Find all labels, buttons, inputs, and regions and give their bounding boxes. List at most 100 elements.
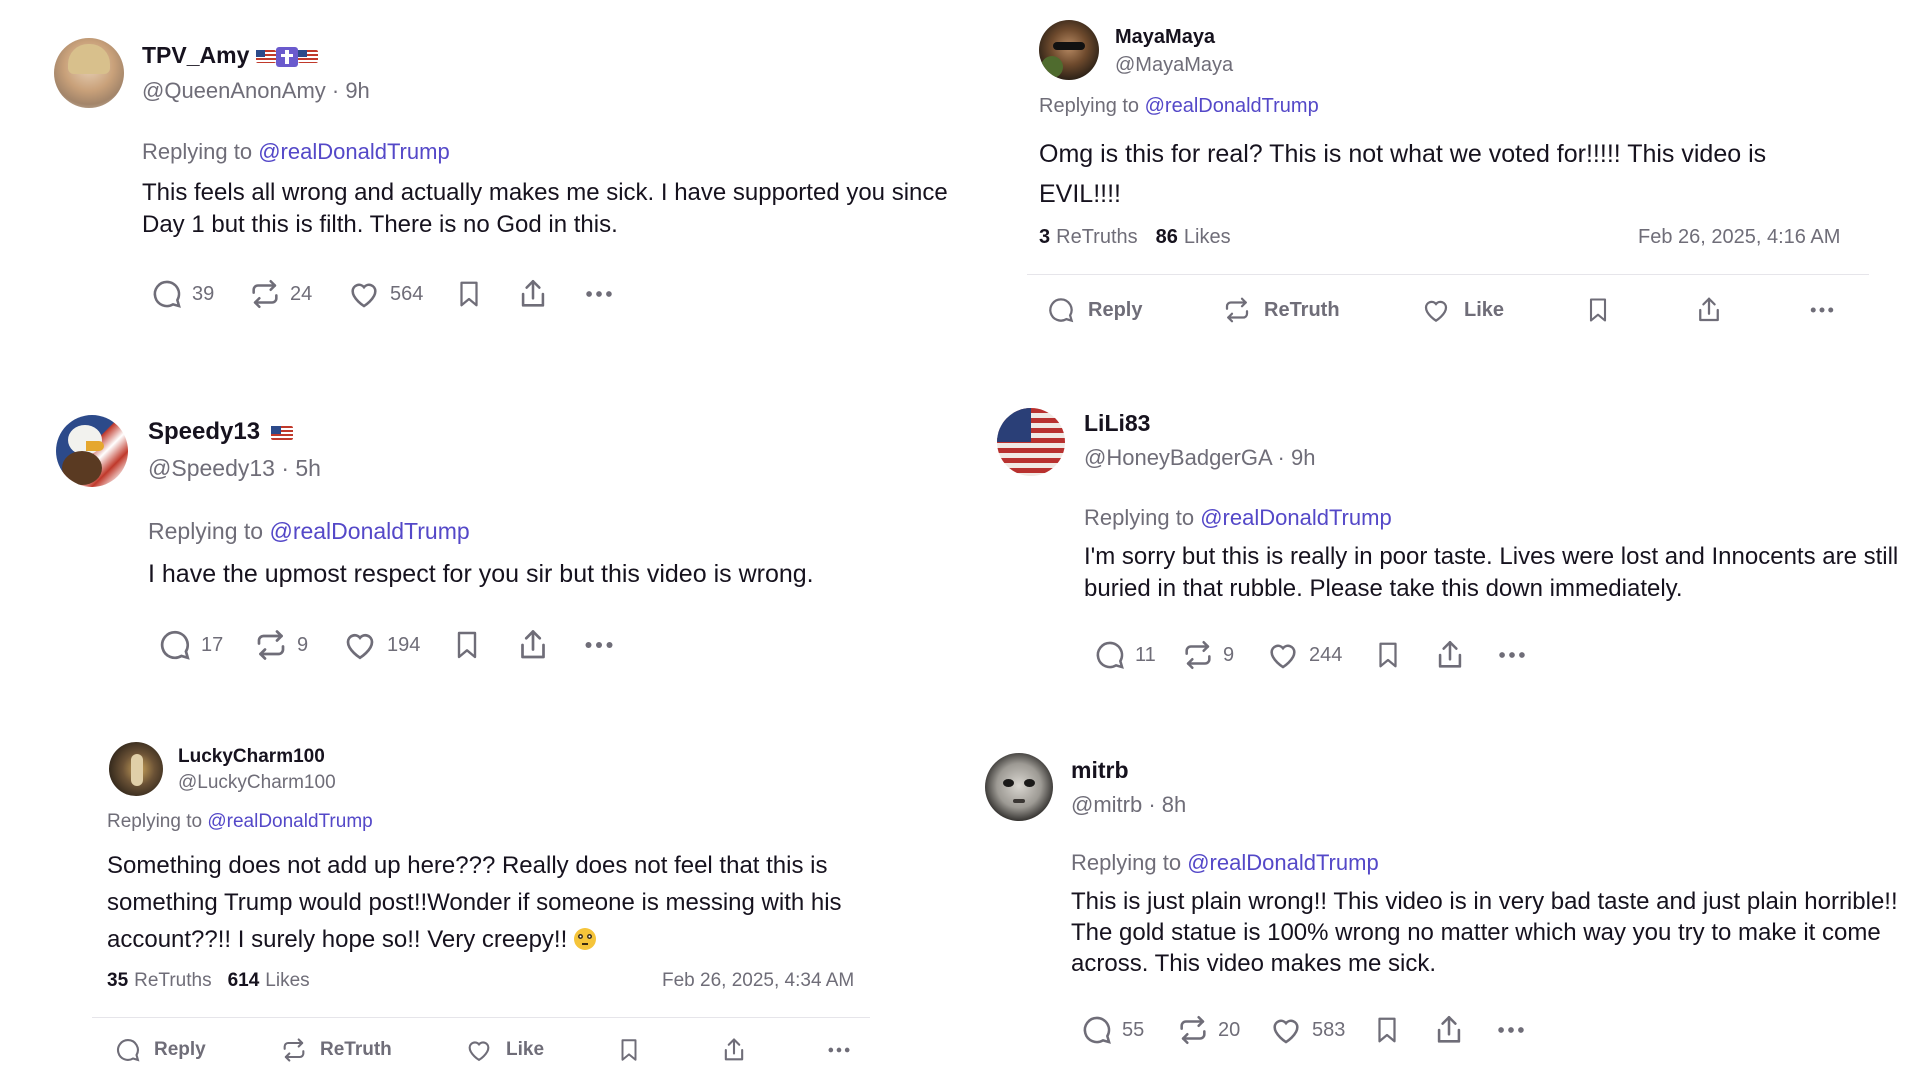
user-handle[interactable]: @LuckyCharm100 [178, 772, 336, 794]
bookmark-icon [1378, 1017, 1396, 1043]
reply-count: 39 [192, 282, 215, 305]
post-text: I'm sorry but this is really in poor tas… [1084, 543, 1899, 602]
like-button[interactable]: Like [1420, 295, 1584, 325]
like-button[interactable]: Like [464, 1036, 616, 1064]
user-handle[interactable]: @MayaMaya [1115, 54, 1233, 77]
reply-icon [116, 1039, 140, 1062]
avatar[interactable] [56, 415, 128, 487]
engagement-stats: 35 ReTruths 614 Likes [107, 970, 310, 992]
more-button[interactable] [581, 627, 617, 663]
retruths-label[interactable]: ReTruths [1056, 226, 1138, 249]
replying-label: Replying to [1039, 95, 1140, 117]
share-button[interactable] [516, 276, 582, 312]
more-button[interactable] [582, 277, 616, 311]
user-handle[interactable]: @Speedy13 · 5h [148, 455, 321, 482]
retruth-button[interactable]: ReTruth [280, 1036, 464, 1064]
more-button[interactable] [1494, 1013, 1528, 1047]
share-icon [521, 279, 545, 307]
heart-icon [1424, 300, 1448, 322]
replying-to: Replying to @realDonaldTrump [1039, 95, 1319, 118]
display-name[interactable]: MayaMaya [1115, 26, 1215, 49]
likes-label[interactable]: Likes [1184, 226, 1231, 249]
more-icon [1498, 1027, 1524, 1033]
retruths-label[interactable]: ReTruths [134, 970, 211, 992]
replying-to: Replying to @realDonaldTrump [1084, 505, 1392, 531]
avatar[interactable] [997, 408, 1065, 476]
reply-button[interactable]: 39 [150, 277, 248, 311]
share-button[interactable] [1432, 1012, 1494, 1048]
display-name[interactable]: Speedy13 [148, 418, 293, 446]
reply-icon [160, 630, 190, 660]
retruth-button[interactable]: 9 [253, 627, 341, 663]
reply-count: 55 [1122, 1018, 1145, 1041]
mention-link[interactable]: @realDonaldTrump [269, 518, 469, 544]
like-label: Like [1464, 298, 1505, 321]
post-text: Something does not add up here??? Really… [107, 847, 877, 958]
more-button[interactable] [1806, 295, 1838, 325]
retruth-button[interactable]: 20 [1176, 1013, 1268, 1047]
cross-icon [275, 46, 298, 67]
share-icon [1699, 297, 1719, 322]
avatar[interactable] [54, 38, 124, 108]
avatar[interactable] [1039, 20, 1099, 80]
share-icon [1438, 640, 1462, 668]
more-icon [586, 291, 612, 297]
reply-button[interactable]: Reply [114, 1036, 280, 1064]
share-button[interactable] [1694, 294, 1806, 326]
display-name[interactable]: TPV_Amy [142, 42, 318, 69]
action-bar: 11 9 244 [1093, 637, 1529, 673]
bookmark-icon [1379, 642, 1397, 668]
more-button[interactable] [1495, 638, 1529, 672]
user-handle[interactable]: @QueenAnonAmy · 9h [142, 78, 370, 104]
reply-button[interactable]: Reply [1046, 295, 1222, 325]
avatar[interactable] [985, 753, 1053, 821]
mention-link[interactable]: @realDonaldTrump [207, 811, 372, 832]
like-button[interactable]: 194 [341, 627, 451, 663]
post-timestamp[interactable]: Feb 26, 2025, 4:16 AM [1638, 226, 1840, 249]
reply-icon [1083, 1016, 1111, 1044]
more-button[interactable] [824, 1036, 854, 1064]
user-handle[interactable]: @HoneyBadgerGA · 9h [1084, 445, 1315, 471]
like-count: 194 [387, 633, 421, 656]
like-button[interactable]: 583 [1268, 1013, 1372, 1047]
reply-label: Reply [1088, 298, 1143, 321]
like-count: 564 [390, 282, 424, 305]
reply-label: Reply [154, 1039, 206, 1060]
bookmark-button[interactable] [616, 1035, 720, 1065]
replying-to: Replying to @realDonaldTrump [142, 139, 450, 165]
post-text-content: Something does not add up here??? Really… [107, 852, 842, 953]
display-name[interactable]: mitrb [1071, 757, 1129, 784]
share-button[interactable] [720, 1035, 824, 1065]
share-button[interactable] [1433, 637, 1495, 673]
retruth-label: ReTruth [320, 1039, 392, 1060]
action-bar: 17 9 194 [157, 627, 617, 663]
mention-link[interactable]: @realDonaldTrump [1145, 95, 1319, 117]
post-timestamp[interactable]: Feb 26, 2025, 4:34 AM [662, 970, 854, 992]
bookmark-button[interactable] [1373, 637, 1433, 673]
reply-button[interactable]: 17 [157, 627, 253, 663]
bookmark-button[interactable] [1584, 294, 1694, 326]
mention-link[interactable]: @realDonaldTrump [1187, 850, 1378, 875]
retruth-button[interactable]: ReTruth [1222, 295, 1420, 325]
mention-link[interactable]: @realDonaldTrump [1200, 505, 1391, 530]
display-name[interactable]: LiLi83 [1084, 410, 1150, 437]
like-button[interactable]: 564 [346, 277, 454, 311]
retruth-button[interactable]: 9 [1181, 638, 1265, 672]
likes-label[interactable]: Likes [265, 970, 309, 992]
share-icon [521, 630, 545, 659]
post-text: This is just plain wrong!! This video is… [1071, 888, 1898, 977]
mention-link[interactable]: @realDonaldTrump [258, 139, 449, 164]
like-button[interactable]: 244 [1265, 638, 1373, 672]
user-handle[interactable]: @mitrb · 8h [1071, 792, 1186, 818]
reply-button[interactable]: 55 [1080, 1013, 1176, 1047]
reply-button[interactable]: 11 [1093, 638, 1181, 672]
retruth-icon [252, 279, 278, 309]
bookmark-button[interactable] [451, 626, 515, 664]
reply-icon [1096, 641, 1124, 669]
display-name[interactable]: LuckyCharm100 [178, 746, 325, 768]
retruth-button[interactable]: 24 [248, 277, 346, 311]
avatar[interactable] [109, 742, 163, 796]
bookmark-button[interactable] [454, 276, 516, 312]
share-button[interactable] [515, 626, 581, 664]
bookmark-button[interactable] [1372, 1012, 1432, 1048]
